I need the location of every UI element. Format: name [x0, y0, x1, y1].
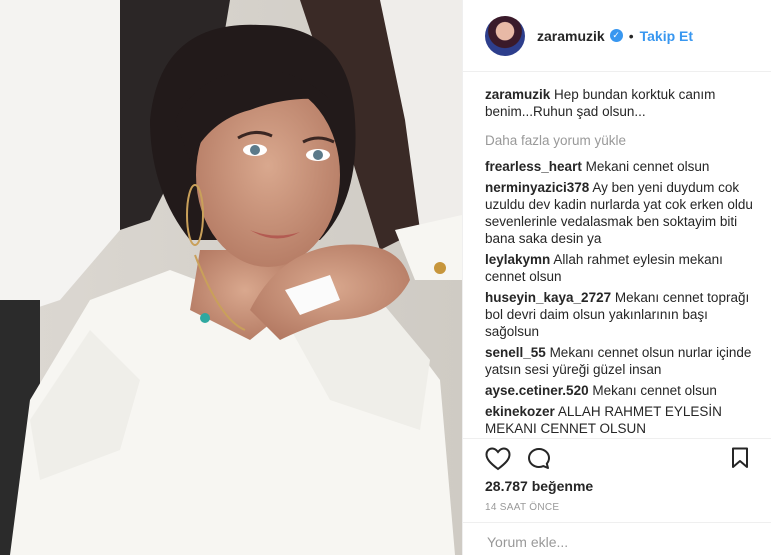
post-actions-bar — [463, 438, 771, 479]
comment-username[interactable]: frearless_heart — [485, 159, 582, 174]
comment-text: Mekani cennet olsun — [585, 159, 710, 174]
post-side-panel: zaramuzik ✓ • Takip Et zaramuzik Hep bun… — [462, 0, 771, 555]
comment-username[interactable]: senell_55 — [485, 345, 546, 360]
comment-item: senell_55 Mekanı cennet olsun nurlar içi… — [485, 344, 753, 378]
verified-badge-icon: ✓ — [609, 29, 623, 42]
likes-count[interactable]: 28.787 beğenme — [485, 478, 593, 494]
post-header: zaramuzik ✓ • Takip Et — [463, 0, 771, 72]
separator-dot: • — [628, 27, 634, 44]
avatar[interactable] — [485, 15, 525, 56]
comment-item: ekinekozer ALLAH RAHMET EYLESİN MEKANI C… — [485, 403, 753, 437]
post-photo[interactable] — [0, 0, 462, 555]
caption: zaramuzik Hep bundan korktuk canım benim… — [485, 86, 753, 120]
author-username[interactable]: zaramuzik — [537, 28, 605, 44]
comment-username[interactable]: nerminyazici378 — [485, 180, 589, 195]
comment-input[interactable] — [485, 533, 749, 551]
post-timestamp: 14 SAAT ÖNCE — [485, 502, 560, 513]
comment-item: ayse.cetiner.520 Mekanı cennet olsun — [485, 382, 753, 399]
add-comment-bar — [463, 522, 771, 556]
heart-icon[interactable] — [485, 447, 511, 471]
comment-username[interactable]: huseyin_kaya_2727 — [485, 290, 611, 305]
comment-icon[interactable] — [527, 447, 551, 471]
follow-button[interactable]: Takip Et — [640, 28, 693, 44]
comment-text: Mekanı cennet olsun — [592, 383, 717, 398]
comment-item: huseyin_kaya_2727 Mekanı cennet toprağı … — [485, 289, 753, 340]
load-more-comments-button[interactable]: Daha fazla yorum yükle — [485, 132, 753, 149]
comment-username[interactable]: ekinekozer — [485, 404, 555, 419]
bookmark-icon[interactable] — [731, 447, 749, 469]
comment-item: nerminyazici378 Ay ben yeni duydum cok u… — [485, 179, 753, 247]
comment-username[interactable]: ayse.cetiner.520 — [485, 383, 589, 398]
comment-username[interactable]: leylakymn — [485, 252, 550, 267]
comments-list[interactable]: zaramuzik Hep bundan korktuk canım benim… — [485, 86, 753, 438]
comment-item: frearless_heart Mekani cennet olsun — [485, 158, 753, 175]
portrait-image — [0, 0, 462, 555]
comment-item: leylakymn Allah rahmet eylesin mekanı ce… — [485, 251, 753, 285]
instagram-post: zaramuzik ✓ • Takip Et zaramuzik Hep bun… — [0, 0, 771, 555]
caption-username[interactable]: zaramuzik — [485, 87, 550, 102]
